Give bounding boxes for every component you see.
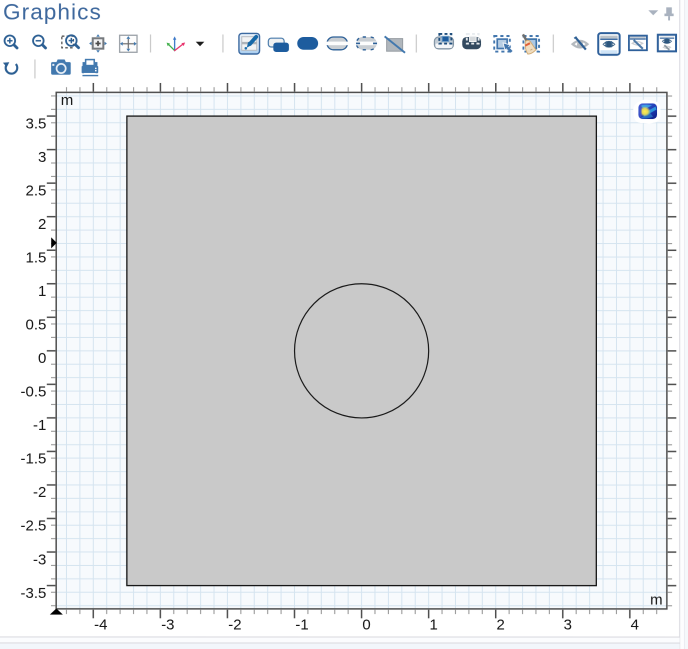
svg-text:-3: -3 <box>161 617 174 634</box>
svg-text:m: m <box>650 591 663 608</box>
svg-text:-2: -2 <box>33 484 46 501</box>
svg-text:-0.5: -0.5 <box>21 384 47 401</box>
svg-text:-3.5: -3.5 <box>21 585 47 602</box>
svg-text:1: 1 <box>429 617 437 634</box>
svg-text:1: 1 <box>38 283 46 300</box>
svg-text:-4: -4 <box>94 617 107 634</box>
svg-text:1.5: 1.5 <box>26 249 47 266</box>
svg-text:3.5: 3.5 <box>26 115 47 132</box>
svg-text:Graphics: Graphics <box>3 0 102 24</box>
svg-text:4: 4 <box>631 617 639 634</box>
svg-text:3: 3 <box>564 617 572 634</box>
svg-text:2: 2 <box>496 617 504 634</box>
svg-text:m: m <box>61 92 74 109</box>
svg-text:0.5: 0.5 <box>26 316 47 333</box>
svg-text:2: 2 <box>38 216 46 233</box>
svg-text:-1: -1 <box>33 417 46 434</box>
svg-text:0: 0 <box>362 617 370 634</box>
svg-text:-1: -1 <box>295 617 308 634</box>
svg-text:-3: -3 <box>33 551 46 568</box>
svg-text:-1.5: -1.5 <box>21 451 47 468</box>
svg-text:0: 0 <box>38 350 46 367</box>
svg-text:3: 3 <box>38 149 46 166</box>
svg-text:-2: -2 <box>228 617 241 634</box>
svg-text:2.5: 2.5 <box>26 182 47 199</box>
svg-text:-2.5: -2.5 <box>21 518 47 535</box>
